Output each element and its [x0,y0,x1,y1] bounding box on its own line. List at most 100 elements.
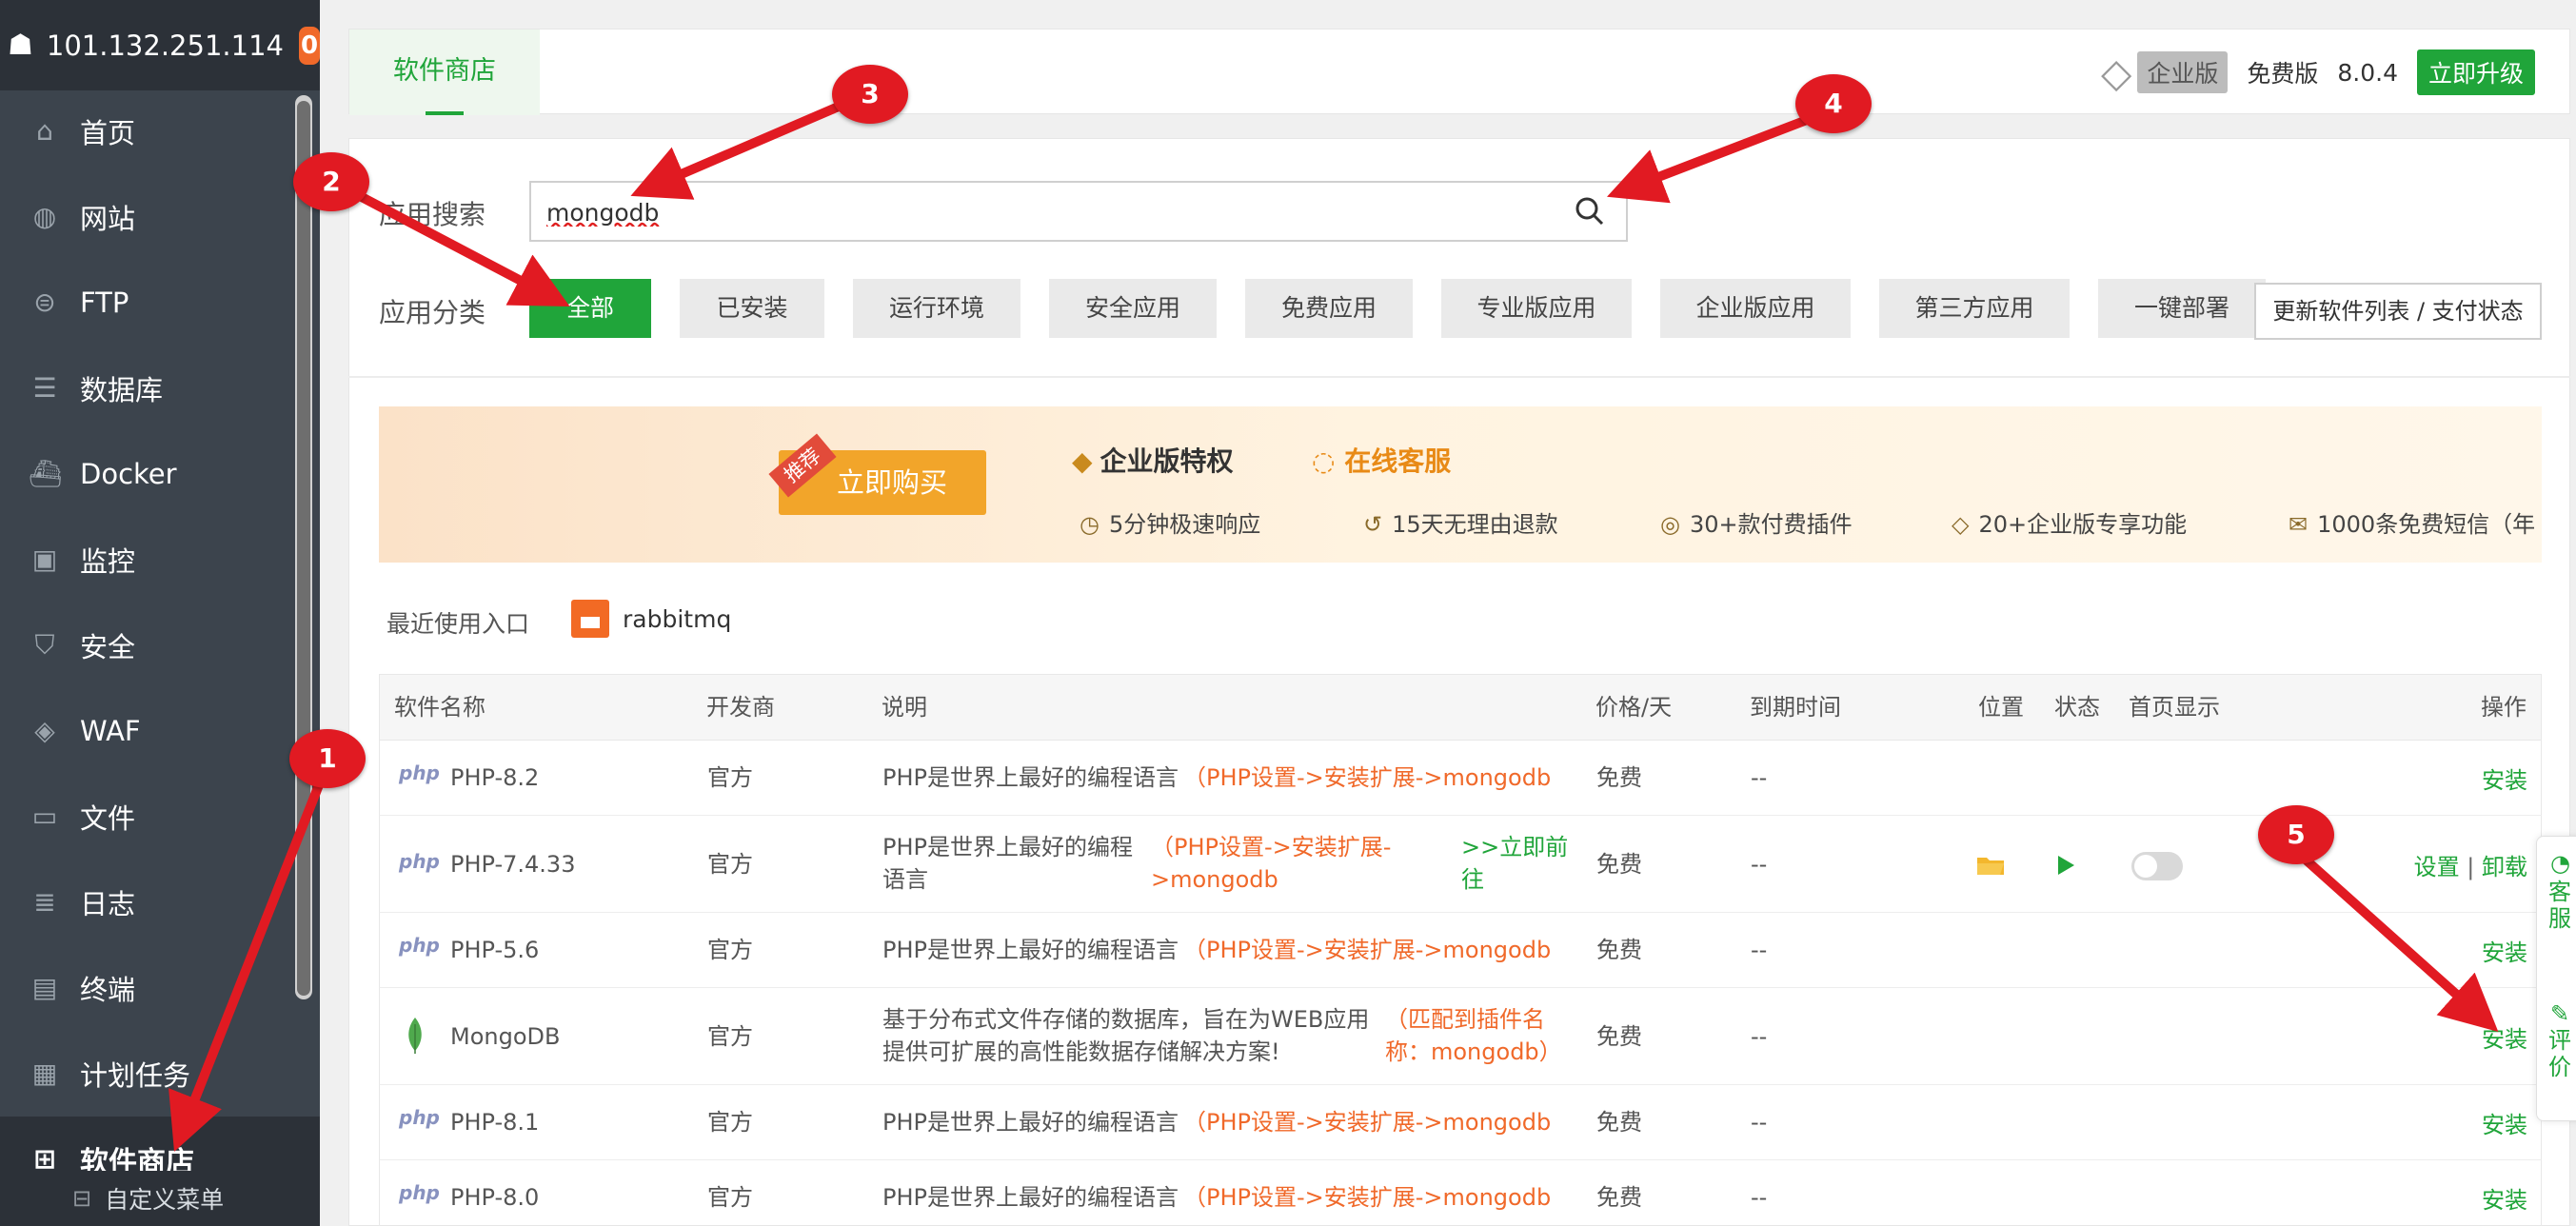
sidebar-item-monitor[interactable]: ▣ 监控 [0,517,291,603]
sidebar-item-files[interactable]: ▭ 文件 [0,774,291,860]
sidebar-item-label: 日志 [80,888,136,920]
php-icon: php [399,1106,440,1129]
category-enterprise[interactable]: 企业版应用 [1660,279,1851,338]
homepage-toggle[interactable] [2131,852,2183,880]
install-button[interactable]: 安装 [2482,1181,2527,1215]
sidebar-item-database[interactable]: ☰ 数据库 [0,346,291,431]
php-icon: php [399,761,440,784]
version-info: ◇ 企业版 免费版 8.0.4 立即升级 [2101,49,2535,96]
folder-icon: ▭ [31,801,58,832]
feature-sms: ✉ 1000条免费短信（年 [2289,505,2535,539]
category-runtime[interactable]: 运行环境 [853,279,1020,338]
review-label[interactable]: 评价 [2548,1027,2573,1080]
expire-date: -- [1751,1109,1768,1136]
description: PHP是世界上最好的编程语言 [882,1184,1179,1211]
match-hint-line1: （匹配到插件名 [1385,1006,1545,1033]
sidebar-item-terminal[interactable]: ▤ 终端 [0,945,291,1031]
tab-software-store[interactable]: 软件商店 [349,30,540,115]
service-label[interactable]: 客服 [2548,879,2573,932]
search-field[interactable] [529,181,1628,242]
price: 免费 [1596,1184,1642,1211]
extension-hint-line1[interactable]: （PHP设置->安装扩展- [1151,831,1391,863]
go-now-link-line1[interactable]: >>立即前 [1461,831,1568,863]
plugin-icon: ◎ [1660,511,1680,538]
install-button[interactable]: 安装 [2482,761,2527,795]
annotation-marker-5: 5 [2258,805,2334,864]
uninstall-button[interactable]: 卸载 [2482,854,2527,880]
recent-rabbitmq-link[interactable]: rabbitmq [623,605,731,633]
col-description: 说明 [882,694,927,721]
col-developer: 开发商 [706,694,775,721]
table-row: php PHP-7.4.33 官方 PHP是世界上最好的编程 语言 （PHP设置… [379,816,2542,913]
extension-hint[interactable]: （PHP设置->安装扩展->mongodb [1183,761,1551,794]
sidebar-scrollbar[interactable] [295,95,312,999]
sidebar-item-docker[interactable]: ⛴ Docker [0,431,291,517]
category-security[interactable]: 安全应用 [1049,279,1217,338]
sidebar-item-waf[interactable]: ◈ WAF [0,688,291,774]
sidebar-item-security[interactable]: ⛉ 安全 [0,603,291,688]
feature-plugins: ◎ 30+款付费插件 [1660,505,1853,539]
extension-hint[interactable]: （PHP设置->安装扩展->mongodb [1183,1181,1551,1214]
col-action: 操作 [2481,694,2526,721]
install-button[interactable]: 安装 [2482,934,2527,967]
log-icon: ≣ [33,886,56,918]
go-now-link-line2[interactable]: 往 [1461,863,1484,896]
search-icon[interactable] [1573,194,1607,228]
rabbitmq-icon[interactable] [571,600,609,638]
globe-icon: ◍ [32,201,57,232]
server-logo-icon: ☗ [8,28,33,62]
folder-icon[interactable] [1975,854,2006,877]
sidebar-item-ftp[interactable]: ⊜ FTP [0,260,291,346]
sidebar-item-cron[interactable]: ▦ 计划任务 [0,1031,291,1117]
col-status: 状态 [2054,694,2100,721]
refund-icon: ↺ [1363,511,1383,538]
enterprise-badge[interactable]: 企业版 [2137,51,2229,93]
diamond-outline-icon: ◇ [1952,511,1970,538]
clock-icon: ◷ [1080,511,1100,538]
sidebar-item-home[interactable]: ⌂ 首页 [0,89,291,174]
feature-text: 30+款付费插件 [1689,511,1853,538]
mongodb-leaf-icon [408,1018,422,1054]
settings-button[interactable]: 设置 [2414,854,2460,880]
developer: 官方 [707,764,753,791]
category-all[interactable]: 全部 [529,279,651,338]
expire-date: -- [1751,1184,1768,1211]
software-name: PHP-8.1 [450,1109,540,1136]
annotation-marker-4: 4 [1795,74,1872,133]
search-input[interactable] [546,198,1498,227]
scrollbar-thumb[interactable] [297,101,310,996]
recent-entry-label: 最近使用入口 [386,610,530,638]
software-name: PHP-7.4.33 [450,851,576,878]
floating-service-tab[interactable]: ◔ 客服 ✎ 评价 [2536,836,2576,1121]
col-name: 软件名称 [394,694,485,721]
install-button[interactable]: 安装 [2482,1020,2527,1054]
message-badge[interactable]: 0 [298,26,320,65]
refresh-list-button[interactable]: 更新软件列表 / 支付状态 [2254,283,2542,340]
category-pro[interactable]: 专业版应用 [1441,279,1632,338]
sidebar-custom-menu[interactable]: ⊟ 自定义菜单 [0,1171,320,1226]
description: PHP是世界上最好的编程语言 [882,764,1179,791]
price: 免费 [1596,937,1642,963]
sidebar-item-website[interactable]: ◍ 网站 [0,174,291,260]
play-icon[interactable] [2055,854,2076,877]
feature-exclusive: ◇ 20+企业版专享功能 [1952,505,2187,539]
sidebar-item-logs[interactable]: ≣ 日志 [0,860,291,945]
category-one-click[interactable]: 一键部署 [2098,279,2266,338]
action-separator: | [2467,854,2475,880]
col-homepage: 首页显示 [2129,694,2220,721]
sidebar-item-label: 终端 [80,974,136,1006]
category-third-party[interactable]: 第三方应用 [1879,279,2070,338]
free-edition-label: 免费版 [2247,60,2319,88]
online-service-link[interactable]: ◌ 在线客服 [1312,441,1451,479]
service-text: 在线客服 [1344,445,1452,477]
extension-hint[interactable]: （PHP设置->安装扩展->mongodb [1183,1106,1551,1138]
category-free[interactable]: 免费应用 [1245,279,1413,338]
install-button[interactable]: 安装 [2482,1106,2527,1139]
extension-hint[interactable]: （PHP设置->安装扩展->mongodb [1183,934,1551,966]
table-row: MongoDB 官方 基于分布式文件存储的数据库，旨在为WEB应用 提供可扩展的… [379,988,2542,1085]
category-installed[interactable]: 已安装 [680,279,824,338]
terminal-icon: ▤ [31,972,58,1003]
extension-hint-line2[interactable]: >mongodb [1151,863,1278,896]
divider [348,376,2570,378]
upgrade-button[interactable]: 立即升级 [2416,49,2535,95]
